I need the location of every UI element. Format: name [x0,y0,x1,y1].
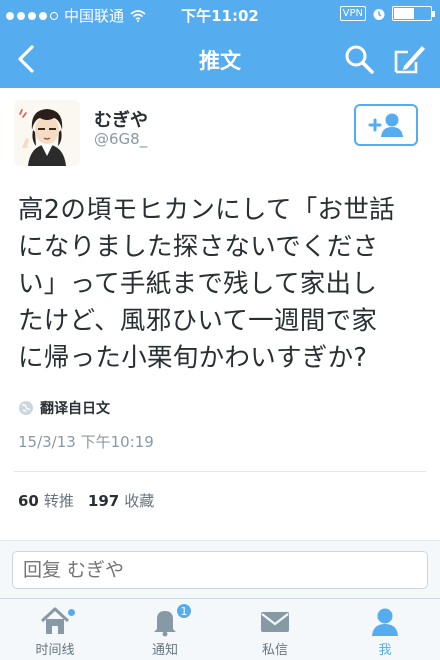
battery-icon [392,6,435,21]
favorites-label: 收藏 [124,492,155,510]
reply-input[interactable] [12,551,428,589]
avatar[interactable] [14,100,80,166]
tweet-text: 高2の頃モヒカンにして「お世話 になりました探さないでくださ い」って手紙まで残… [18,192,428,377]
profile-icon [372,608,398,636]
tweet-line: になりました探さないでくださ [18,232,379,262]
tweet-line: 高2の頃モヒカンにして「お世話 [18,195,395,225]
divider [14,471,426,472]
display-name[interactable]: むぎや [94,106,148,132]
tweet-timestamp: 15/3/13 下午10:19 [18,433,154,451]
tab-label: 时间线 [35,643,75,658]
tab-bar: 时间线 1 通知 私信 我 [0,598,440,660]
tab-label: 我 [378,643,392,658]
alarm-icon [373,8,385,20]
favorites-count: 197 [87,492,120,510]
tweet-author: むぎや @6G8_ [0,88,440,178]
vpn-badge: VPN [339,6,366,21]
translate-link[interactable]: 翻译自日文 [18,398,110,418]
tab-notifications[interactable]: 1 通知 [110,599,220,660]
tweet-line: い」って手紙まで残して家出し [18,269,378,299]
messages-icon [261,612,289,632]
tweet-stats: 60 转推 197 收藏 [18,490,154,511]
globe-icon [19,401,33,415]
favorites-stat[interactable]: 197 收藏 [88,490,154,511]
tweet-line: たけど、風邪ひいて一週間で家 [18,306,378,336]
retweets-stat[interactable]: 60 转推 [18,490,74,511]
status-bar: 中国联通 下午11:02 VPN [0,0,440,30]
tab-label: 通知 [151,643,178,658]
translate-label[interactable]: 翻译自日文 [40,398,110,418]
tab-label: 私信 [261,643,288,658]
user-handle[interactable]: @6G8_ [94,130,147,148]
retweets-count: 60 [18,492,39,510]
notification-badge: 1 [176,603,192,619]
tweet-line: に帰った小栗旬かわいすぎか? [18,343,368,373]
tab-messages[interactable]: 私信 [220,599,330,660]
home-icon [40,607,70,634]
retweets-label: 转推 [43,492,74,510]
follow-button[interactable] [354,104,418,146]
compose-icon[interactable] [392,42,428,76]
tab-timeline[interactable]: 时间线 [0,599,110,660]
tab-me[interactable]: 我 [330,599,440,660]
new-tweets-dot [68,609,76,616]
reply-bar [0,540,440,598]
nav-bar: 推文 [0,30,440,88]
add-user-icon [368,113,403,137]
search-icon[interactable] [342,42,376,76]
